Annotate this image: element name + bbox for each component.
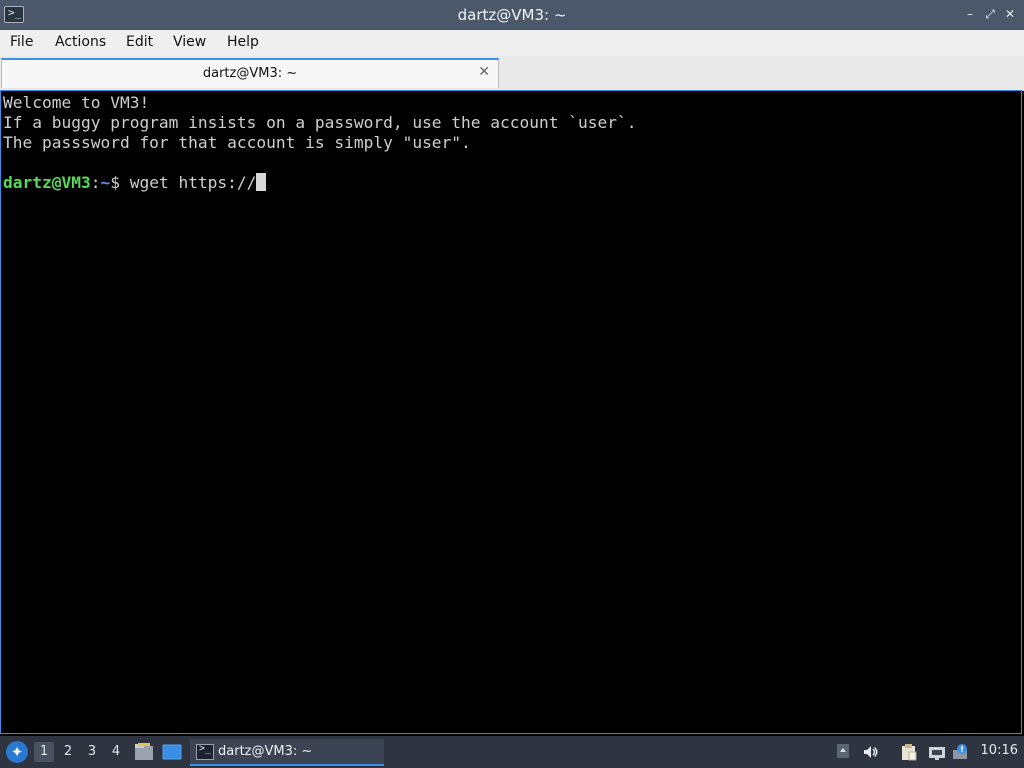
menu-edit[interactable]: Edit: [126, 34, 153, 50]
workspace-4-button[interactable]: 4: [106, 742, 126, 762]
terminal-area[interactable]: Welcome to VM3! If a buggy program insist…: [0, 90, 1022, 734]
update-notifier-icon[interactable]: [952, 743, 970, 761]
workspace-1-button[interactable]: 1: [34, 742, 54, 762]
volume-icon[interactable]: [862, 743, 880, 761]
terminal-output: Welcome to VM3! If a buggy program insist…: [3, 93, 636, 193]
menu-bar: File Actions Edit View Help: [0, 30, 1024, 56]
scroll-up-icon[interactable]: [834, 743, 852, 761]
menu-file[interactable]: File: [10, 34, 33, 50]
terminal-line: Welcome to VM3!: [3, 93, 150, 112]
minimize-button[interactable]: –: [962, 6, 978, 22]
menu-help[interactable]: Help: [227, 34, 259, 50]
restore-button[interactable]: ⤢: [982, 6, 998, 22]
taskbar: ✦ 1 2 3 4 >_ dartz@VM3: ~ 10:16: [0, 736, 1024, 768]
clock[interactable]: 10:16: [981, 743, 1018, 758]
workspace-3-button[interactable]: 3: [82, 742, 102, 762]
close-window-button[interactable]: ✕: [1002, 6, 1018, 22]
prompt-separator: :: [90, 173, 101, 192]
taskbar-terminal-task[interactable]: >_ dartz@VM3: ~: [190, 739, 384, 766]
prompt-symbol: $: [110, 173, 130, 192]
window-title: dartz@VM3: ~: [457, 6, 567, 24]
tab-label: dartz@VM3: ~: [202, 66, 298, 81]
terminal-task-icon: >_: [196, 743, 214, 760]
command-input[interactable]: wget https://: [130, 173, 257, 192]
tab-close-icon[interactable]: ✕: [478, 64, 490, 80]
tab-bar: dartz@VM3: ~ ✕: [0, 56, 1024, 91]
show-desktop-icon[interactable]: [162, 742, 182, 762]
menu-actions[interactable]: Actions: [55, 34, 106, 50]
file-manager-icon[interactable]: [134, 742, 154, 762]
start-menu-icon[interactable]: ✦: [6, 741, 28, 763]
terminal-line: The passsword for that account is simply…: [3, 133, 471, 152]
terminal-tab[interactable]: dartz@VM3: ~ ✕: [1, 58, 499, 88]
terminal-task-icon-glyph: >_: [199, 743, 212, 754]
prompt-user: dartz@VM3: [3, 173, 91, 192]
text-cursor: [256, 173, 267, 191]
prompt-path: ~: [100, 173, 111, 192]
menu-view[interactable]: View: [173, 34, 206, 50]
prompt-line[interactable]: dartz@VM3:~$ wget https://: [3, 173, 636, 193]
window-titlebar[interactable]: >_ dartz@VM3: ~ – ⤢ ✕: [0, 0, 1024, 30]
network-icon[interactable]: [928, 743, 946, 761]
clipboard-icon[interactable]: [900, 743, 918, 761]
task-label: dartz@VM3: ~: [218, 744, 313, 759]
terminal-line: If a buggy program insists on a password…: [3, 113, 637, 132]
workspace-2-button[interactable]: 2: [58, 742, 78, 762]
